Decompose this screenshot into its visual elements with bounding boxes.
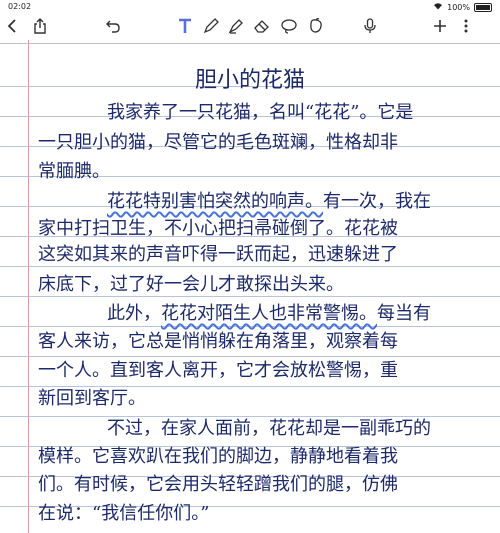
- add-icon[interactable]: [430, 14, 450, 38]
- status-right: 100%: [433, 2, 492, 12]
- microphone-icon[interactable]: [360, 14, 380, 38]
- note-line-2: 一只胆小的猫，尽管它的毛色斑斓，性格却非: [38, 132, 398, 153]
- highlighted-text: 花花对陌生人也非常警惕。: [161, 303, 377, 324]
- eraser-icon[interactable]: [252, 14, 272, 38]
- note-line-11: 新回到客厅。: [38, 388, 146, 409]
- note-line-13: 模样。它喜欢趴在我们的脚边，静静地看着我: [38, 446, 398, 467]
- highlighted-text: 花花特别害怕突然的响声。: [107, 191, 323, 212]
- wifi-icon: [433, 2, 443, 12]
- toolbar: [0, 14, 500, 38]
- text-tool-icon[interactable]: [175, 14, 195, 38]
- pen-icon[interactable]: [201, 14, 221, 38]
- lasso-icon[interactable]: [278, 14, 300, 38]
- note-line-8: 此外，花花对陌生人也非常警惕。每当有: [107, 303, 431, 324]
- shapes-icon[interactable]: [305, 14, 327, 38]
- note-line-15: 在说：“我信任你们。”: [38, 503, 210, 524]
- note-line-14: 们。有时候，它会用头轻轻蹭我们的腿，仿佛: [38, 474, 398, 495]
- chevron-left-icon[interactable]: [2, 14, 22, 38]
- battery-icon: [474, 2, 492, 12]
- note-line-7: 床底下，过了好一会儿才敢探出头来。: [38, 274, 344, 295]
- margin-line: [28, 40, 29, 533]
- highlighter-icon[interactable]: [226, 14, 246, 38]
- note-line-10: 一个人。直到客人离开，它才会放松警惕，重: [38, 360, 398, 381]
- note-line-4: 花花特别害怕突然的响声。有一次，我在: [107, 191, 431, 212]
- note-line-1: 我家养了一只花猫，名叫“花花”。它是: [107, 102, 414, 123]
- more-icon[interactable]: [456, 14, 476, 38]
- undo-icon[interactable]: [103, 14, 123, 38]
- share-icon[interactable]: [30, 14, 50, 38]
- note-line-3: 常腼腆。: [38, 161, 110, 182]
- note-line-6: 这突如其来的声音吓得一跃而起，迅速躲进了: [38, 244, 398, 265]
- note-line-9: 客人来访，它总是悄悄躲在角落里，观察着每: [38, 331, 398, 352]
- note-title: 胆小的花猫: [194, 68, 305, 93]
- note-line-12: 不过，在家人面前，花花却是一副乖巧的: [107, 418, 431, 439]
- status-time: 02:02: [8, 2, 32, 11]
- battery-percent: 100%: [447, 2, 470, 12]
- status-bar: 02:02 100%: [0, 0, 500, 14]
